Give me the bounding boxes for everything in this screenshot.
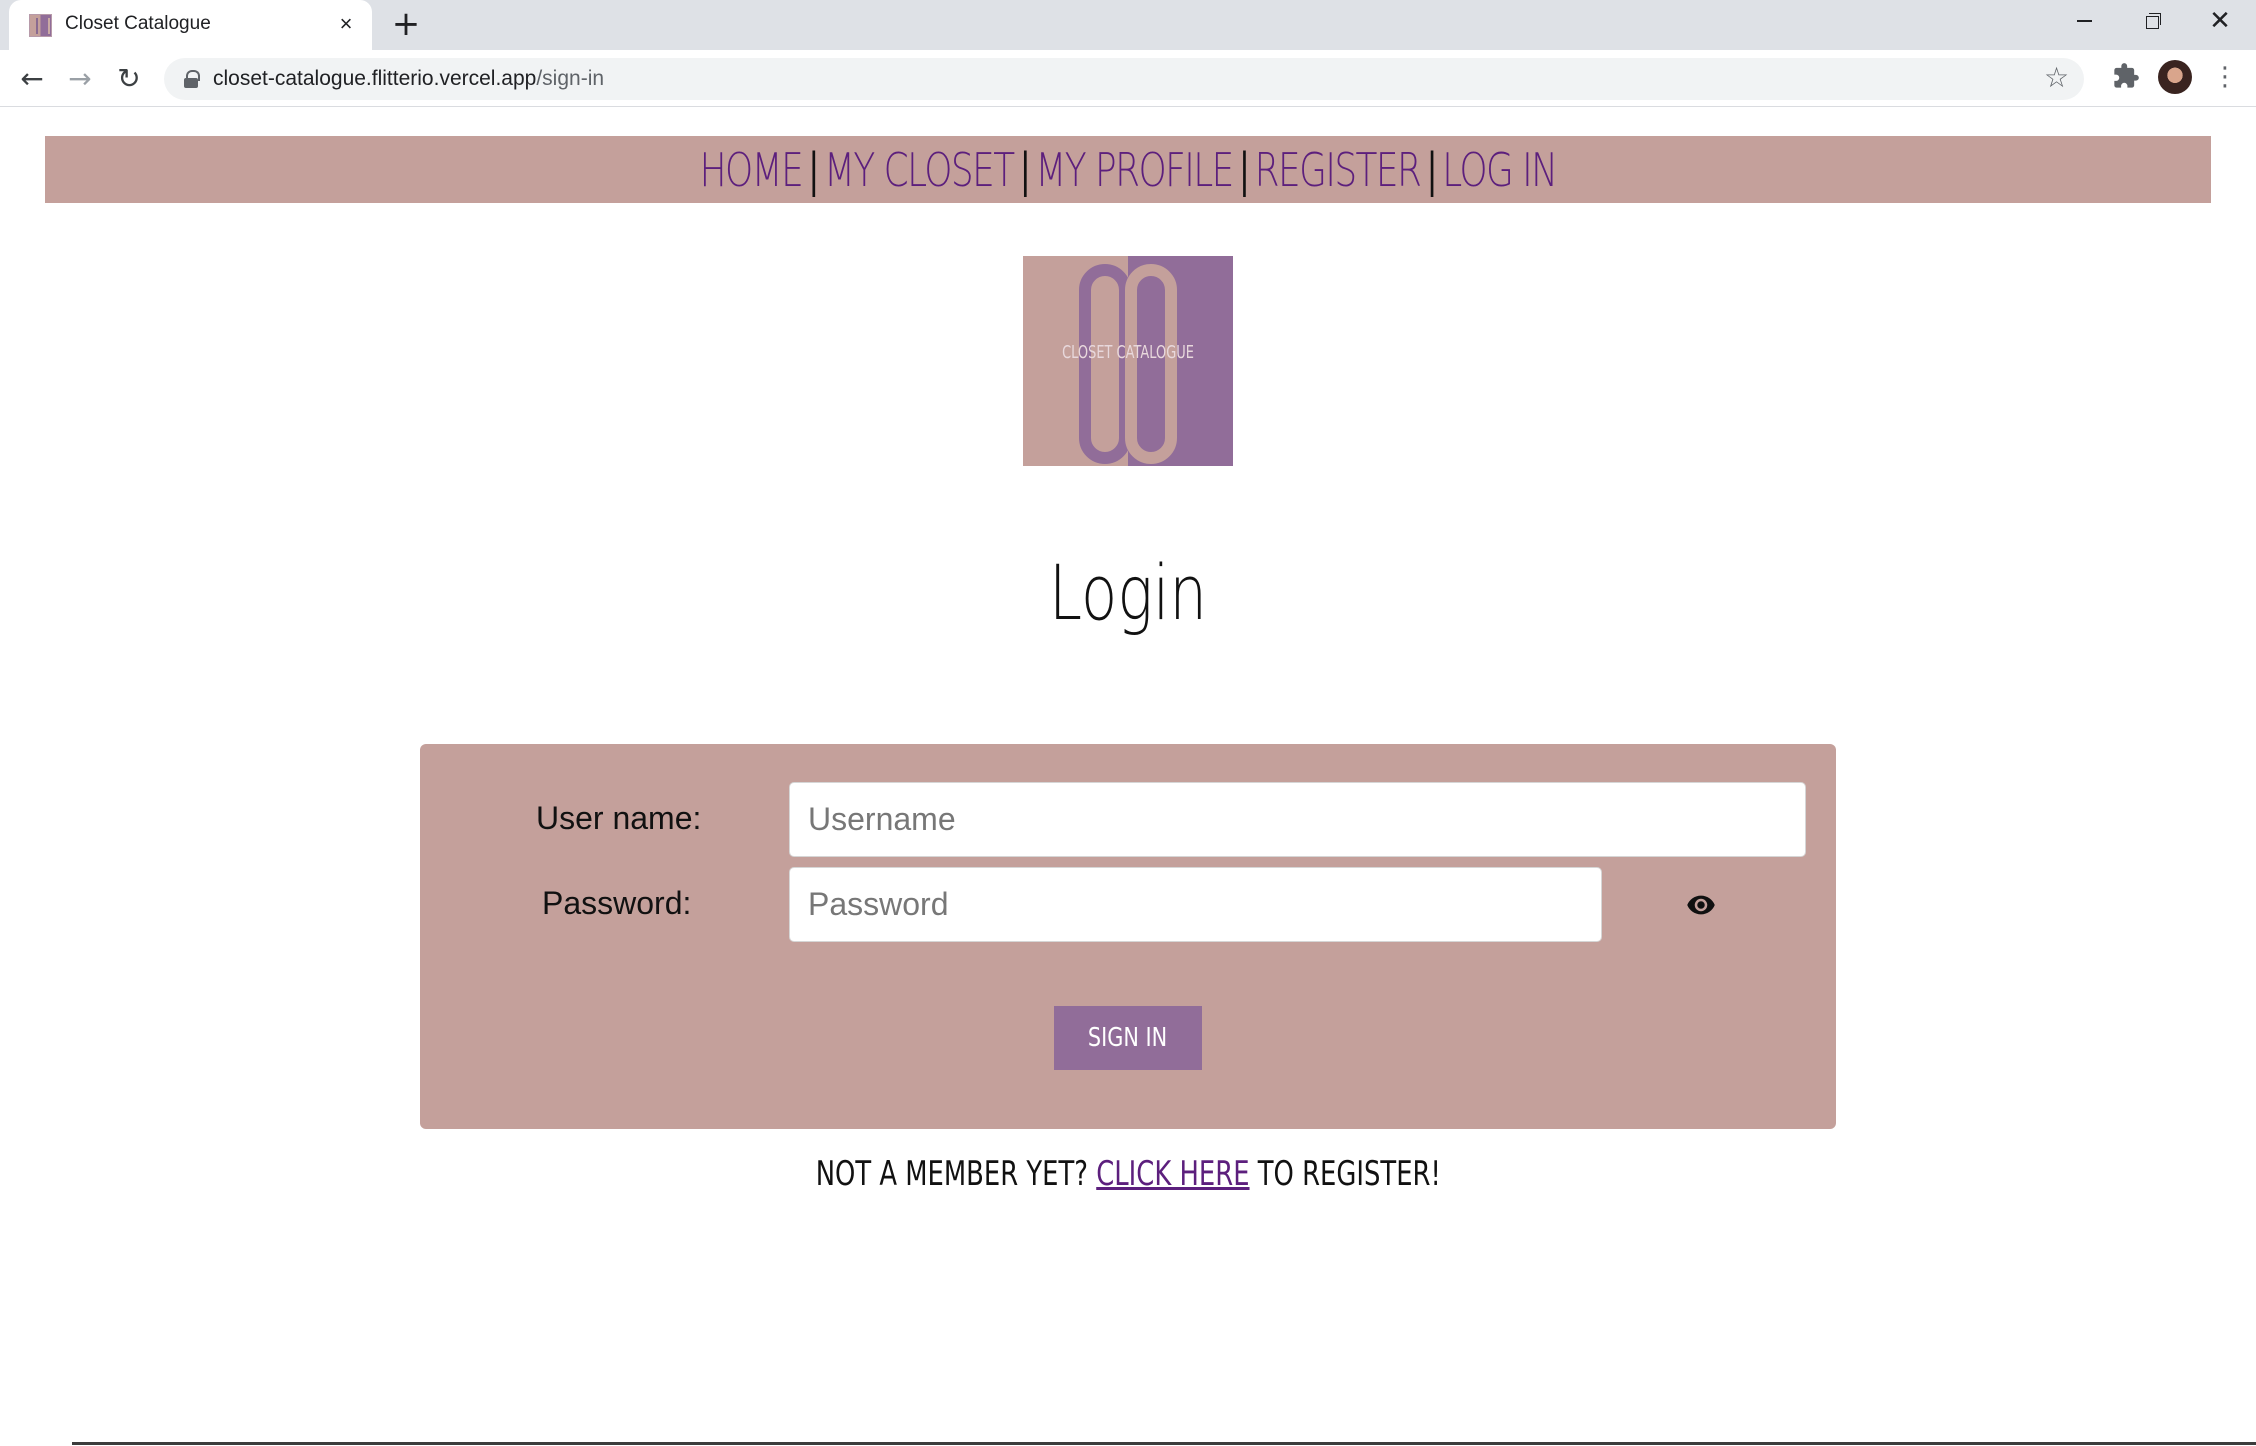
extensions-icon[interactable] <box>2112 62 2140 90</box>
login-form: User name: Password: SIGN IN <box>420 744 1836 1129</box>
browser-tab[interactable]: Closet Catalogue × <box>9 0 372 50</box>
register-prompt-after: TO REGISTER! <box>1249 1154 1441 1194</box>
tab-close-icon[interactable]: × <box>334 12 358 36</box>
minimize-icon[interactable] <box>2050 0 2118 44</box>
nav-separator: | <box>808 143 819 197</box>
page-title: Login <box>1049 548 1207 637</box>
nav-register-link[interactable]: REGISTER <box>1255 143 1422 197</box>
browser-menu-icon[interactable]: ⋮ <box>2212 60 2238 94</box>
username-label: User name: <box>536 800 702 836</box>
address-bar[interactable]: closet-catalogue.flitterio.vercel.app/si… <box>164 58 2084 100</box>
url-host: closet-catalogue.flitterio.vercel.app <box>213 67 537 90</box>
site-nav: HOME | MY CLOSET | MY PROFILE | REGISTER | LOG I… <box>45 136 2211 203</box>
reload-icon[interactable]: ↻ <box>112 62 146 96</box>
logo-oval-right <box>1125 264 1177 464</box>
url-path: /sign-in <box>536 67 605 90</box>
sign-in-button[interactable]: SIGN IN <box>1054 1006 1202 1070</box>
bottom-divider <box>0 1440 2256 1446</box>
register-prompt-before: NOT A MEMBER YET? <box>815 1154 1096 1194</box>
bookmark-star-icon[interactable]: ☆ <box>2044 61 2069 94</box>
favicon-icon <box>29 14 52 37</box>
window-close-icon[interactable]: ✕ <box>2186 0 2254 44</box>
nav-separator: | <box>1426 143 1438 197</box>
register-click-here-link[interactable]: CLICK HERE <box>1096 1154 1249 1194</box>
nav-separator: | <box>1239 143 1250 197</box>
tab-title: Closet Catalogue <box>65 13 211 34</box>
url-text[interactable]: closet-catalogue.flitterio.vercel.app/si… <box>213 67 604 91</box>
password-input[interactable] <box>789 867 1602 942</box>
browser-toolbar: ← → ↻ closet-catalogue.flitterio.vercel.… <box>0 50 2256 107</box>
forward-icon[interactable]: → <box>63 62 97 96</box>
new-tab-icon[interactable]: + <box>390 7 422 41</box>
site-logo: CLOSET CATALOGUE <box>1023 256 1233 466</box>
nav-log-in-link[interactable]: LOG IN <box>1442 143 1558 197</box>
show-password-eye-icon[interactable] <box>1686 890 1716 920</box>
nav-my-profile-link[interactable]: MY PROFILE <box>1035 143 1234 197</box>
password-label: Password: <box>542 885 692 921</box>
nav-home-link[interactable]: HOME <box>700 143 804 197</box>
nav-separator: | <box>1019 143 1031 197</box>
logo-oval-left <box>1079 264 1131 464</box>
back-icon[interactable]: ← <box>15 62 49 96</box>
register-prompt: NOT A MEMBER YET? CLICK HERE TO REGISTER… <box>0 1154 2256 1194</box>
lock-icon[interactable] <box>184 70 200 88</box>
username-input[interactable] <box>789 782 1806 857</box>
sign-in-button-label: SIGN IN <box>1088 1023 1168 1053</box>
logo-text: CLOSET CATALOGUE <box>1062 342 1194 363</box>
profile-avatar[interactable] <box>2158 60 2192 94</box>
restore-icon[interactable] <box>2118 0 2186 44</box>
nav-my-closet-link[interactable]: MY CLOSET <box>824 143 1015 197</box>
browser-tabstrip: Closet Catalogue × + ✕ <box>0 0 2256 50</box>
